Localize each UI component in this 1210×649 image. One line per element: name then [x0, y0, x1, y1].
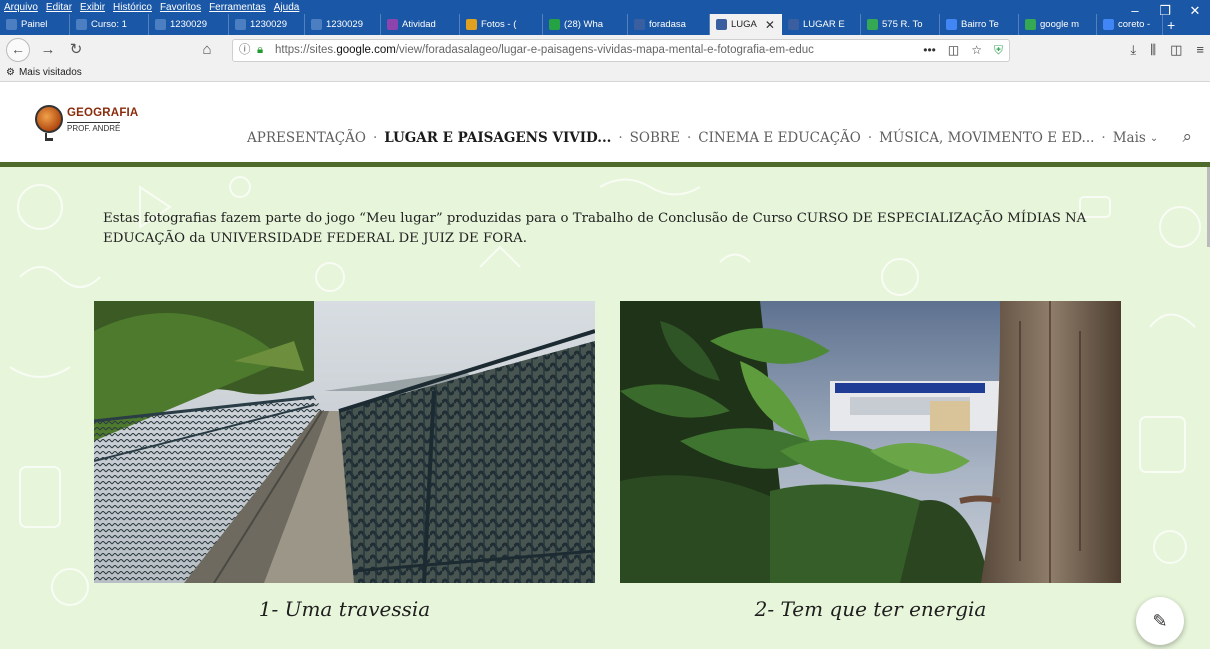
browser-tab-label: Curso: 1 — [91, 19, 127, 30]
ufjf-icon — [311, 19, 322, 30]
lock-icon: 🔒︎ — [257, 44, 264, 56]
browser-tab[interactable]: (28) Wha — [543, 14, 628, 35]
nav-mais[interactable]: Mais ⌄ — [1106, 130, 1166, 146]
browser-tab[interactable]: 575 R. To — [861, 14, 940, 35]
hamburger-menu-icon[interactable]: ≡ — [1196, 39, 1204, 61]
browser-tab[interactable]: Atividad — [381, 14, 460, 35]
bookmark-mais-visitados[interactable]: ⚙ Mais visitados — [6, 67, 82, 78]
google-icon — [1103, 19, 1114, 30]
sites-icon — [716, 19, 727, 30]
browser-tab[interactable]: Painel — [0, 14, 70, 35]
browser-tab-label: Fotos - ( — [481, 19, 517, 30]
maps-icon — [867, 19, 878, 30]
ufjf-icon — [6, 19, 17, 30]
browser-tab[interactable]: foradasa — [628, 14, 710, 35]
browser-tab-label: Bairro Te — [961, 19, 999, 30]
browser-tab[interactable]: Bairro Te — [940, 14, 1019, 35]
sites-icon — [788, 19, 799, 30]
bookmarks-toolbar: ⚙ Mais visitados — [0, 65, 1210, 82]
gear-icon: ⚙ — [6, 67, 15, 78]
whatsapp-icon — [549, 19, 560, 30]
classroom-icon — [387, 19, 398, 30]
browser-tab-label: 1230029 — [170, 19, 207, 30]
pencil-icon: ✎ — [1152, 611, 1168, 631]
photo-caption-1: 1- Uma travessia — [258, 597, 431, 621]
browser-tab-label: (28) Wha — [564, 19, 604, 30]
site-navigation: APRESENTAÇÃO · LUGAR E PAISAGENS VIVID..… — [240, 130, 1165, 146]
browser-tab-label: coreto - — [1118, 19, 1151, 30]
address-bar[interactable]: ⓘ 🔒︎ https://sites.google.com/view/forad… — [232, 39, 1010, 62]
url-text: https://sites.google.com/view/foradasala… — [275, 44, 814, 56]
ufjf-icon — [155, 19, 166, 30]
photos-icon — [466, 19, 477, 30]
edit-pencil-button[interactable]: ✎ — [1136, 597, 1184, 645]
site-logo[interactable]: GEOGRAFIA PROF. ANDRÉ — [35, 105, 145, 145]
browser-tab-label: LUGA — [731, 19, 757, 30]
new-tab-button[interactable]: + — [1163, 14, 1179, 35]
sites-icon — [634, 19, 645, 30]
forward-button[interactable]: → — [36, 39, 60, 61]
intro-text: Estas fotografias fazem parte do jogo “M… — [103, 211, 1087, 246]
maps-icon — [1025, 19, 1036, 30]
browser-tab[interactable]: coreto - — [1097, 14, 1163, 35]
browser-titlebar: Arquivo Editar Exibir Histórico Favorito… — [0, 0, 1210, 35]
close-tab-icon[interactable]: ✕ — [765, 18, 775, 32]
navigation-bar: ← → ↻ ⌂ ⓘ 🔒︎ https://sites.google.com/vi… — [0, 35, 1210, 65]
home-icon[interactable]: ⌂ — [195, 39, 219, 61]
browser-tab-label: foradasa — [649, 19, 686, 30]
photo-caption-2: 2- Tem que ter energia — [754, 597, 987, 621]
page-actions-icon[interactable]: ••• — [923, 40, 936, 61]
nav-musica-movimento[interactable]: MÚSICA, MOVIMENTO E ED... — [872, 130, 1101, 146]
browser-tab-label: Atividad — [402, 19, 436, 30]
browser-tab-label: LUGAR E — [803, 19, 845, 30]
browser-tab-label: Painel — [21, 19, 48, 30]
info-icon[interactable]: ⓘ — [239, 40, 251, 61]
browser-tab-label: 1230029 — [326, 19, 363, 30]
ufjf-icon — [235, 19, 246, 30]
shield-icon[interactable]: ⛨ — [994, 40, 1003, 61]
search-icon[interactable]: ⌕ — [1182, 127, 1192, 147]
browser-tab[interactable]: 1230029 — [305, 14, 381, 35]
browser-tab[interactable]: 1230029 — [229, 14, 305, 35]
nav-sobre[interactable]: SOBRE — [623, 130, 687, 146]
pocket-icon[interactable]: ◫ — [948, 40, 959, 61]
browser-tab[interactable]: Curso: 1 — [70, 14, 149, 35]
nav-apresentacao[interactable]: APRESENTAÇÃO — [240, 130, 373, 146]
browser-tab[interactable]: LUGAR E — [782, 14, 861, 35]
reload-button[interactable]: ↻ — [64, 39, 88, 61]
browser-tab[interactable]: Fotos - ( — [460, 14, 543, 35]
sidebar-icon[interactable]: ◫ — [1170, 39, 1182, 61]
back-button[interactable]: ← — [6, 38, 30, 62]
chevron-down-icon: ⌄ — [1149, 132, 1159, 144]
page-content: Estas fotografias fazem parte do jogo “M… — [0, 167, 1210, 649]
browser-tab[interactable]: 1230029 — [149, 14, 229, 35]
browser-tab[interactable]: google m — [1019, 14, 1097, 35]
tab-strip: Painel Curso: 1 1230029 1230029 1230029 Ativi… — [0, 14, 1210, 35]
photo-uma-travessia[interactable] — [94, 301, 595, 583]
library-icon[interactable]: ⫼ — [1150, 39, 1156, 61]
photo-tem-que-ter-energia[interactable] — [620, 301, 1121, 583]
ufjf-icon — [76, 19, 87, 30]
browser-tab[interactable]: LUGA ✕ — [710, 14, 782, 35]
browser-tab-label: 575 R. To — [882, 19, 923, 30]
site-header: GEOGRAFIA PROF. ANDRÉ APRESENTAÇÃO · LUG… — [0, 82, 1210, 167]
browser-tab-label: google m — [1040, 19, 1080, 30]
globe-icon — [35, 105, 63, 133]
download-icon[interactable]: ⤓ — [1130, 39, 1136, 61]
nav-lugar-e-paisagens[interactable]: LUGAR E PAISAGENS VIVID... — [377, 130, 618, 146]
browser-tab-label: 1230029 — [250, 19, 287, 30]
bookmark-star-icon[interactable]: ☆ — [971, 40, 982, 61]
google-icon — [946, 19, 957, 30]
nav-cinema-e-educacao[interactable]: CINEMA E EDUCAÇÃO — [691, 130, 868, 146]
